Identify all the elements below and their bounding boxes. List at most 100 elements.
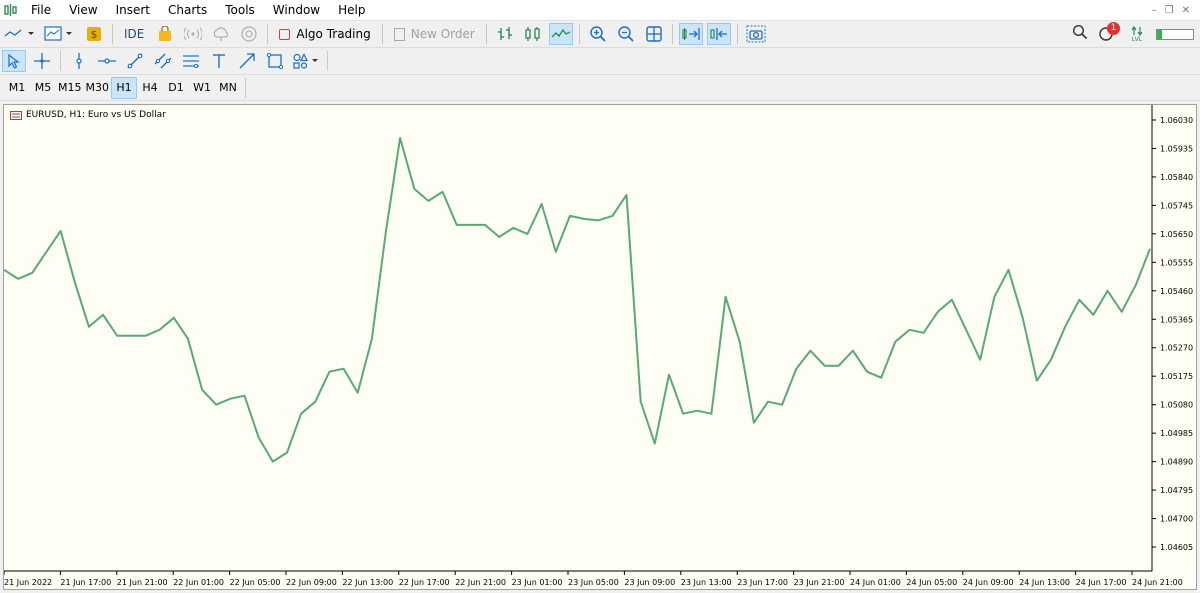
timeframe-d1[interactable]: D1 — [163, 77, 189, 99]
fibonacci-tool[interactable] — [179, 50, 203, 72]
trend-line-tool[interactable] — [123, 50, 147, 72]
price-tick-label: 1.04795 — [1160, 486, 1193, 495]
text-tool[interactable] — [207, 50, 231, 72]
timeframe-m5[interactable]: M5 — [30, 77, 56, 99]
time-tick-label: 23 Jun 21:00 — [794, 578, 845, 587]
new-order-button[interactable]: New Order — [389, 23, 480, 45]
time-tick-label: 24 Jun 13:00 — [1019, 578, 1070, 587]
window-controls: – ❐ ✕ — [1152, 5, 1200, 16]
price-tick-label: 1.04700 — [1160, 515, 1193, 524]
price-tick-label: 1.05650 — [1160, 230, 1193, 239]
time-tick-label: 21 Jun 21:00 — [117, 578, 168, 587]
timeframe-w1[interactable]: W1 — [189, 77, 215, 99]
chart-title-bar: EURUSD, H1: Euro vs US Dollar — [10, 110, 166, 120]
candlestick-chart-button[interactable] — [521, 23, 545, 45]
line-chart-button[interactable] — [548, 23, 573, 45]
ide-button[interactable]: IDE — [119, 23, 149, 45]
time-tick-label: 24 Jun 05:00 — [906, 578, 957, 587]
new-chart-dropdown[interactable] — [2, 23, 38, 45]
shapes-dropdown[interactable] — [291, 50, 321, 72]
price-tick-label: 1.04985 — [1160, 429, 1193, 438]
equidistant-channel-tool[interactable] — [151, 50, 175, 72]
rectangle-tool[interactable] — [263, 50, 287, 72]
toolbar-separator — [671, 24, 673, 44]
community-icon[interactable] — [237, 23, 261, 45]
bar-chart-button[interactable] — [493, 23, 517, 45]
chart-shift-button[interactable] — [706, 23, 731, 45]
timeframes-toolbar: M1 M5 M15 M30 H1 H4 D1 W1 MN — [0, 75, 1200, 101]
flag-icon — [10, 110, 22, 120]
menu-charts[interactable]: Charts — [159, 0, 216, 20]
close-icon[interactable]: ✕ — [1182, 5, 1190, 16]
timeframe-mn[interactable]: MN — [215, 77, 241, 99]
price-tick-label: 1.05745 — [1160, 201, 1193, 210]
time-tick-label: 23 Jun 09:00 — [624, 578, 675, 587]
zoom-in-button[interactable] — [586, 23, 610, 45]
time-tick-label: 21 Jun 2022 — [4, 578, 52, 587]
time-tick-label: 24 Jun 09:00 — [963, 578, 1014, 587]
toolbar-separator — [112, 24, 113, 44]
minimize-icon[interactable]: – — [1152, 5, 1157, 16]
cursor-tool[interactable] — [2, 50, 26, 72]
time-tick-label: 23 Jun 05:00 — [568, 578, 619, 587]
search-icon[interactable] — [1072, 24, 1088, 44]
timeframe-h4[interactable]: H4 — [137, 77, 163, 99]
toolbar-right-tools: 1 LVL — [1072, 22, 1200, 44]
horizontal-line-tool[interactable] — [95, 50, 119, 72]
menu-view[interactable]: View — [60, 0, 106, 20]
vertical-line-tool[interactable] — [67, 50, 91, 72]
menu-tools[interactable]: Tools — [216, 0, 264, 20]
time-tick-label: 23 Jun 01:00 — [512, 578, 563, 587]
menu-help[interactable]: Help — [329, 0, 374, 20]
time-tick-label: 23 Jun 13:00 — [681, 578, 732, 587]
tile-windows-button[interactable] — [642, 23, 666, 45]
time-tick-label: 22 Jun 09:00 — [286, 578, 337, 587]
menu-bar: File View Insert Charts Tools Window Hel… — [0, 0, 1200, 21]
signal-strength-indicator[interactable]: LVL — [1128, 25, 1146, 43]
time-tick-label: 22 Jun 21:00 — [455, 578, 506, 587]
time-tick-label: 23 Jun 17:00 — [737, 578, 788, 587]
standard-toolbar: $ IDE Algo Trading New Order 1 LVL — [0, 21, 1200, 48]
screenshot-button[interactable] — [744, 23, 768, 45]
timeframe-m1[interactable]: M1 — [4, 77, 30, 99]
price-tick-label: 1.04890 — [1160, 458, 1193, 467]
time-tick-label: 22 Jun 05:00 — [230, 578, 281, 587]
toolbar-separator — [60, 51, 61, 71]
menu-file[interactable]: File — [22, 0, 60, 20]
timeframe-m15[interactable]: M15 — [56, 77, 84, 99]
price-chart[interactable]: 1.06030 1.05935 1.05840 1.05745 1.05650 1.055… — [4, 105, 1196, 589]
market-dollar-icon[interactable]: $ — [82, 23, 106, 45]
restore-icon[interactable]: ❐ — [1165, 5, 1174, 16]
timeframe-h1[interactable]: H1 — [111, 76, 137, 99]
new-order-label: New Order — [410, 27, 475, 41]
price-tick-label: 1.05460 — [1160, 287, 1193, 296]
cloud-vps-icon[interactable] — [209, 23, 233, 45]
menu-insert[interactable]: Insert — [107, 0, 159, 20]
auto-scroll-button[interactable] — [678, 23, 703, 45]
crosshair-tool[interactable] — [30, 50, 54, 72]
toolbar-separator — [267, 24, 269, 44]
chart-title: EURUSD, H1: Euro vs US Dollar — [26, 110, 166, 120]
profiles-dropdown[interactable] — [42, 23, 78, 45]
arrow-tool[interactable] — [235, 50, 259, 72]
signals-icon[interactable] — [181, 23, 205, 45]
timeframe-m30[interactable]: M30 — [84, 77, 112, 99]
toolbar-separator — [381, 24, 383, 44]
new-order-icon — [393, 27, 405, 41]
time-tick-label: 24 Jun 21:00 — [1132, 578, 1183, 587]
app-logo-icon — [0, 0, 22, 20]
toolbar-separator — [485, 24, 487, 44]
chart-window[interactable]: 1.06030 1.05935 1.05840 1.05745 1.05650 1.055… — [3, 104, 1197, 590]
algo-trading-label: Algo Trading — [296, 27, 371, 41]
zoom-out-button[interactable] — [614, 23, 638, 45]
chat-notifications-button[interactable]: 1 — [1098, 22, 1120, 43]
time-tick-label: 24 Jun 01:00 — [850, 578, 901, 587]
price-tick-label: 1.04605 — [1160, 543, 1193, 552]
algo-trading-button[interactable]: Algo Trading — [274, 23, 375, 45]
menu-window[interactable]: Window — [264, 0, 329, 20]
time-tick-label: 22 Jun 17:00 — [399, 578, 450, 587]
price-tick-label: 1.06030 — [1160, 116, 1193, 125]
notification-badge: 1 — [1107, 22, 1120, 35]
price-tick-label: 1.05555 — [1160, 258, 1193, 267]
market-bag-icon[interactable] — [153, 23, 177, 45]
